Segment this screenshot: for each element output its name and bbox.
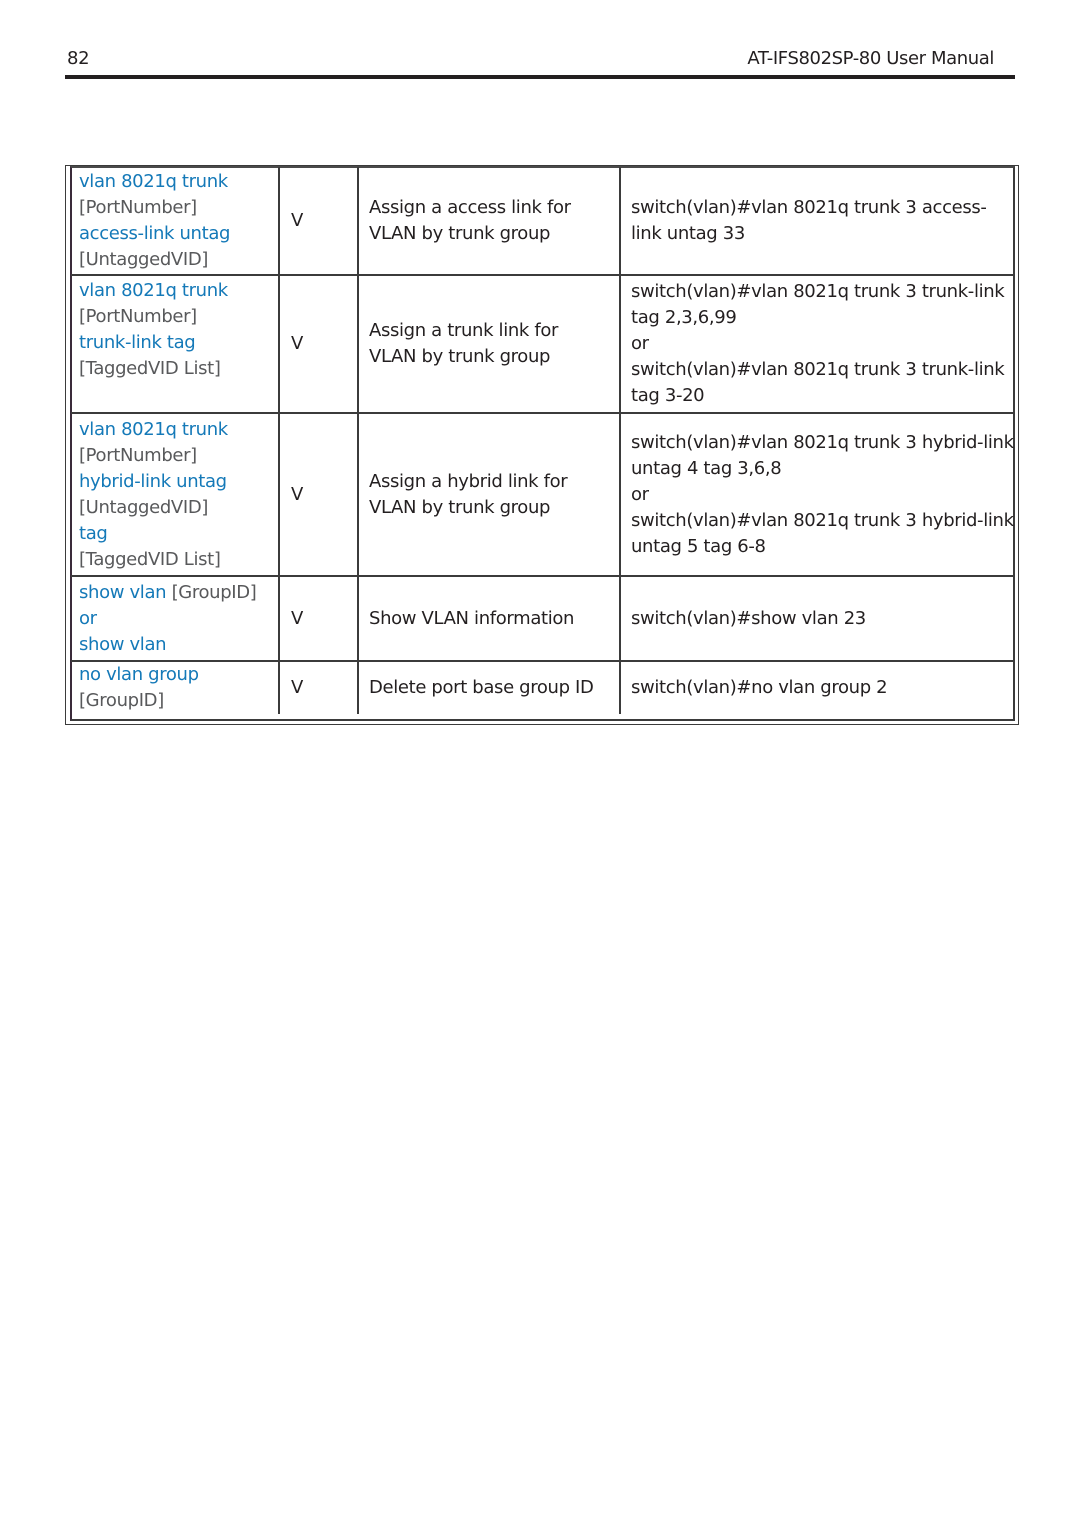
example-line: switch(vlan)#vlan 8021q trunk 3 trunk-li… [631,359,1005,380]
command-cell: no vlan group [GroupID] [71,660,280,714]
table-row: vlan 8021q trunk [PortNumber] trunk-link… [71,274,1015,414]
command-argument: [TaggedVID List] [79,548,221,570]
level-cell: V [278,167,359,276]
vlan-command-table: vlan 8021q trunk [PortNumber] access-lin… [71,167,1015,714]
command-keyword: hybrid-link untag [79,470,227,492]
example-line: tag 2,3,6,99 [631,307,737,328]
description-line: Assign a access link for [369,196,571,218]
example-line: or [631,333,649,354]
command-keyword: or [79,607,97,629]
description-line: Show VLAN information [369,607,575,629]
level-cell: V [278,575,359,662]
example-cell: switch(vlan)#vlan 8021q trunk 3 access- … [619,167,1015,276]
description-line: Assign a trunk link for [369,320,559,341]
example-line: switch(vlan)#vlan 8021q trunk 3 trunk-li… [631,281,1005,302]
level-cell: V [278,660,359,714]
command-argument: [PortNumber] [79,306,197,327]
example-line: switch(vlan)#show vlan 23 [631,607,866,629]
command-keyword: trunk-link tag [79,332,196,353]
example-line: or [631,483,649,505]
example-cell: switch(vlan)#vlan 8021q trunk 3 hybrid-l… [619,412,1015,577]
command-argument: [UntaggedVID] [79,248,208,270]
level-cell: V [278,274,359,414]
command-argument: [GroupID] [171,581,257,603]
table-row: no vlan group [GroupID] V Delete port ba… [71,660,1015,714]
command-cell: vlan 8021q trunk [PortNumber] trunk-link… [71,274,280,414]
description-cell: Assign a hybrid link for VLAN by trunk g… [357,412,621,577]
example-line: link untag 33 [631,222,745,244]
description-line: Delete port base group ID [369,677,594,698]
command-keyword: vlan 8021q trunk [79,280,228,301]
command-cell: show vlan [GroupID] or show vlan [71,575,280,662]
example-cell: switch(vlan)#vlan 8021q trunk 3 trunk-li… [619,274,1015,414]
command-keyword: no vlan group [79,664,199,685]
page-number: 82 [67,48,90,69]
command-argument: [TaggedVID List] [79,358,221,379]
command-keyword: vlan 8021q trunk [79,170,228,192]
command-keyword: show vlan [79,581,167,603]
example-line: switch(vlan)#vlan 8021q trunk 3 hybrid-l… [631,431,1014,453]
level-cell: V [278,412,359,577]
command-argument: [PortNumber] [79,196,197,218]
description-line: VLAN by trunk group [369,346,551,367]
table-row: show vlan [GroupID] or show vlan V Show … [71,575,1015,662]
table-row: vlan 8021q trunk [PortNumber] hybrid-lin… [71,412,1015,577]
table-row: vlan 8021q trunk [PortNumber] access-lin… [71,167,1015,276]
description-cell: Delete port base group ID [357,660,621,714]
description-cell: Show VLAN information [357,575,621,662]
description-line: VLAN by trunk group [369,222,551,244]
example-line: switch(vlan)#vlan 8021q trunk 3 access- [631,196,987,218]
command-keyword: vlan 8021q trunk [79,418,228,440]
header-rule [65,75,1015,79]
command-cell: vlan 8021q trunk [PortNumber] hybrid-lin… [71,412,280,577]
example-line: untag 5 tag 6-8 [631,535,766,557]
example-line: tag 3-20 [631,385,705,406]
example-cell: switch(vlan)#no vlan group 2 [619,660,1015,714]
description-cell: Assign a access link for VLAN by trunk g… [357,167,621,276]
command-argument: [PortNumber] [79,444,197,466]
command-keyword: tag [79,522,108,544]
command-keyword: show vlan [79,633,167,655]
description-cell: Assign a trunk link for VLAN by trunk gr… [357,274,621,414]
example-cell: switch(vlan)#show vlan 23 [619,575,1015,662]
document-title: AT-IFS802SP-80 User Manual [747,48,994,69]
command-keyword: access-link untag [79,222,231,244]
example-line: untag 4 tag 3,6,8 [631,457,782,479]
command-cell: vlan 8021q trunk [PortNumber] access-lin… [71,167,280,276]
page-header: 82 AT-IFS802SP-80 User Manual [66,48,1014,72]
command-argument: [UntaggedVID] [79,496,208,518]
example-line: switch(vlan)#no vlan group 2 [631,677,888,698]
description-line: VLAN by trunk group [369,496,551,518]
command-argument: [GroupID] [79,690,164,711]
example-line: switch(vlan)#vlan 8021q trunk 3 hybrid-l… [631,509,1014,531]
description-line: Assign a hybrid link for [369,470,568,492]
